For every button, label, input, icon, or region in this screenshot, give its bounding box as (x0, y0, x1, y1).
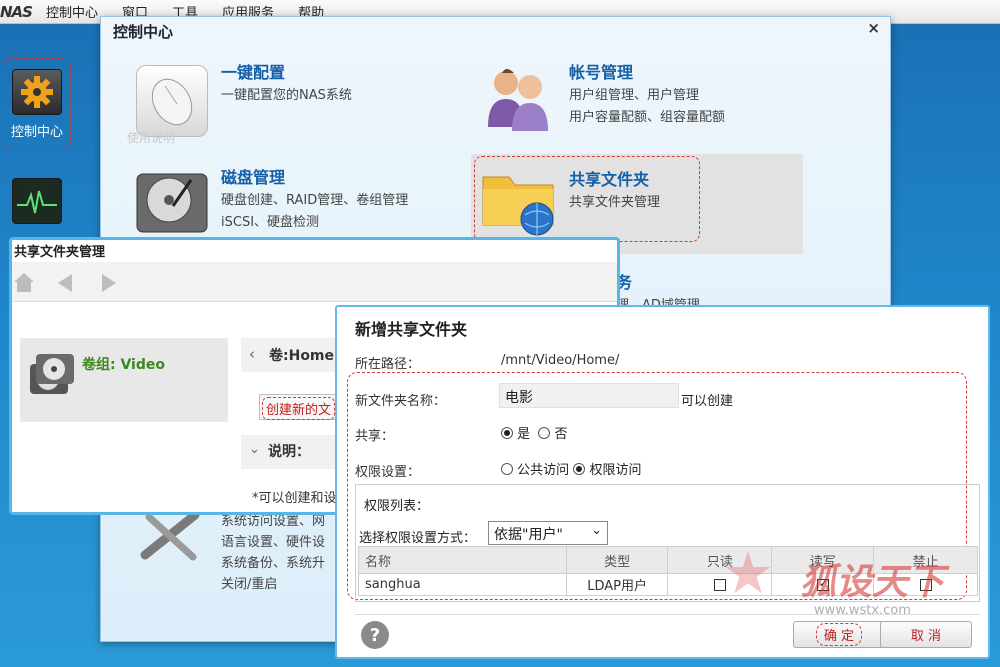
table-row[interactable]: sanghua LDAP用户 (358, 573, 978, 596)
cc-item-title: 磁盘管理 (221, 168, 286, 187)
permission-list-label: 权限列表： (364, 499, 430, 514)
cell-readwrite (771, 573, 875, 596)
chevron-down-icon: ⌄ (591, 523, 602, 538)
path-field-value: /mnt/Video/Home/ (501, 353, 620, 368)
info-title: 说明： (268, 444, 310, 460)
cc-item-system-settings[interactable]: 系统访问设置、网 语言设置、硬件设 系统备份、系统升 关闭/重启 (131, 501, 341, 611)
cc-item-desc-line1: 硬盘创建、RAID管理、卷组管理 (221, 193, 409, 208)
column-header-readwrite: 读写 (771, 546, 875, 574)
folder-name-value: 电影 (505, 390, 533, 406)
desktop-icon-control-center[interactable]: 控制中心 (3, 58, 71, 150)
permission-label: 权限设置： (355, 465, 421, 480)
share-options: 是 否 (501, 423, 567, 442)
chevron-left-icon[interactable]: ‹ (249, 345, 255, 363)
cell-name: sanghua (358, 573, 567, 596)
brand-logo: NAS (0, 2, 33, 21)
users-icon (478, 57, 558, 137)
share-no-label: 否 (554, 427, 568, 442)
cc-item-sublabel: 使用说明 (127, 131, 176, 145)
divider (355, 614, 980, 615)
path-label: 卷:Home (269, 348, 335, 364)
cc-item-desc-line1: 用户组管理、用户管理 (569, 88, 700, 103)
share-label: 共享： (355, 429, 395, 444)
share-no-radio[interactable] (538, 427, 551, 439)
desktop-icon-monitor[interactable] (3, 178, 71, 224)
cc-item-desc-line2: 用户容量配额、组容量配额 (569, 110, 726, 125)
cc-item-account-management[interactable]: 帐号管理 用户组管理、用户管理 用户容量配额、组容量配额 (476, 57, 806, 147)
new-shared-folder-dialog: 新增共享文件夹 所在路径： /mnt/Video/Home/ 新文件夹名称： 电… (335, 305, 990, 659)
mouse-icon (136, 65, 208, 137)
cancel-button[interactable]: 取 消 (880, 621, 972, 648)
monitor-icon (12, 178, 62, 224)
shared-folder-icon (479, 163, 559, 237)
desktop-icon-label: 控制中心 (10, 125, 63, 140)
cc-item-desc: 一键配置您的NAS系统 (221, 88, 352, 103)
cc-item-title: 帐号管理 (569, 63, 634, 82)
harddisk-icon (131, 166, 213, 238)
menu-control-center[interactable]: 控制中心 (46, 2, 98, 21)
cc-item-desc: 共享文件夹管理 (569, 195, 661, 210)
permission-mode-select[interactable]: 依据"用户" ⌄ (488, 521, 608, 545)
permission-mode-label: 选择权限设置方式： (359, 531, 477, 546)
column-header-name: 名称 (358, 546, 567, 574)
cc-item-desc-line4: 关闭/重启 (221, 577, 278, 592)
home-icon[interactable] (12, 270, 36, 298)
cc-item-desc-line2: iSCSI、硬盘检测 (221, 215, 320, 230)
cc-item-services[interactable]: 务 理、AD域管理 (616, 269, 716, 313)
cc-item-disk-management[interactable]: 磁盘管理 硬盘创建、RAID管理、卷组管理 iSCSI、硬盘检测 (131, 162, 461, 242)
ok-button[interactable]: 确 定 (793, 621, 885, 648)
gear-icon (12, 69, 62, 115)
cc-item-shared-folder[interactable]: 共享文件夹 共享文件夹管理 (474, 156, 700, 242)
column-header-deny: 禁止 (873, 546, 978, 574)
ok-button-label: 确 定 (815, 623, 863, 646)
permission-list-panel: 权限列表： 选择权限设置方式： 依据"用户" ⌄ 名称 类型 只读 读写 禁止 … (355, 484, 980, 602)
watermark-url: www.wstx.com (814, 603, 911, 618)
restricted-access-label: 权限访问 (589, 463, 642, 478)
toolbar (12, 262, 617, 302)
create-folder-label: 创建新的文 (262, 397, 336, 420)
volume-group-item[interactable]: 卷组: Video (20, 338, 228, 422)
volume-group-label: 卷组: Video (82, 357, 165, 373)
permission-mode-value: 依据"用户" (494, 527, 563, 543)
cancel-button-label: 取 消 (910, 629, 942, 644)
permission-table: 名称 类型 只读 读写 禁止 sanghua LDAP用户 (358, 546, 978, 596)
help-icon[interactable]: ? (361, 621, 389, 649)
forward-icon[interactable] (98, 272, 120, 298)
folder-name-input[interactable]: 电影 (499, 383, 679, 408)
window-title: 共享文件夹管理 (14, 245, 106, 260)
close-icon[interactable]: × (867, 19, 880, 37)
folder-name-label: 新文件夹名称： (355, 394, 447, 409)
deny-checkbox[interactable] (919, 578, 932, 591)
chevron-down-icon[interactable]: ⌄ (249, 442, 260, 457)
cell-type: LDAP用户 (565, 573, 669, 596)
restricted-access-radio[interactable] (573, 463, 586, 475)
cc-item-quick-setup[interactable]: 使用说明 一键配置 一键配置您的NAS系统 (127, 57, 461, 147)
cell-readonly (667, 573, 773, 596)
column-header-type: 类型 (565, 546, 669, 574)
path-field-label: 所在路径： (355, 357, 421, 372)
public-access-label: 公共访问 (517, 463, 570, 478)
cell-deny (873, 573, 978, 596)
cc-item-desc-line3: 系统备份、系统升 (221, 556, 326, 571)
cc-item-title: 一键配置 (221, 63, 286, 82)
back-icon[interactable] (54, 272, 76, 298)
readwrite-checkbox[interactable] (816, 577, 829, 591)
share-yes-label: 是 (517, 427, 531, 442)
info-text: *可以创建和设 (252, 491, 337, 506)
dialog-title: 新增共享文件夹 (355, 320, 468, 339)
window-title: 控制中心 (113, 23, 174, 41)
share-yes-radio[interactable] (501, 427, 513, 439)
permission-options: 公共访问 权限访问 (501, 459, 641, 478)
cc-item-desc-line2: 语言设置、硬件设 (221, 535, 326, 550)
harddisk-icon (28, 350, 76, 410)
readonly-checkbox[interactable] (713, 578, 726, 591)
cc-item-title: 共享文件夹 (569, 170, 650, 189)
folder-name-hint: 可以创建 (681, 394, 734, 409)
column-header-readonly: 只读 (667, 546, 773, 574)
public-access-radio[interactable] (501, 463, 513, 475)
